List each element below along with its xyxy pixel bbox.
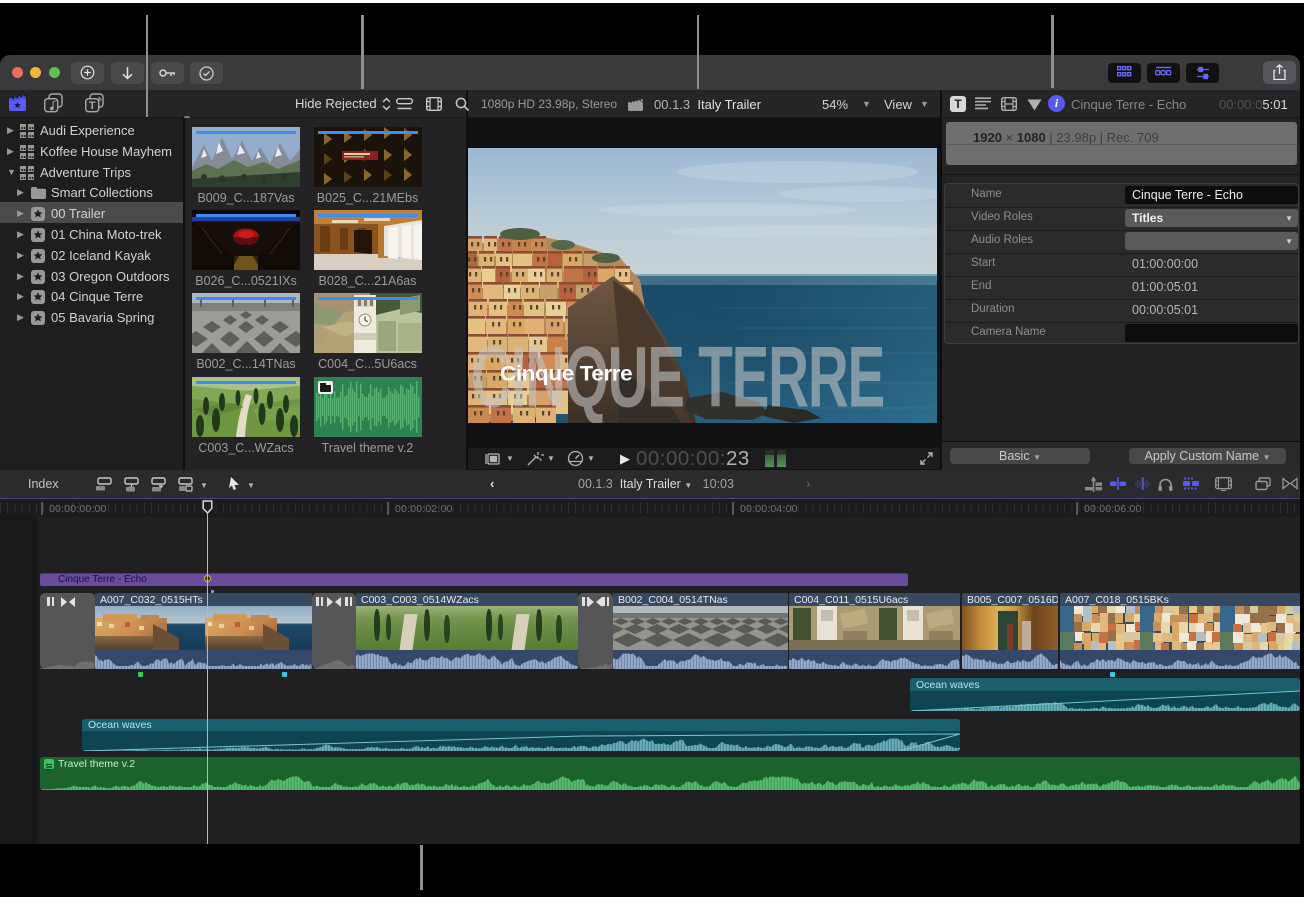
svg-text:Cinque Terre: Cinque Terre [500, 361, 632, 385]
svg-text:T: T [89, 100, 96, 112]
